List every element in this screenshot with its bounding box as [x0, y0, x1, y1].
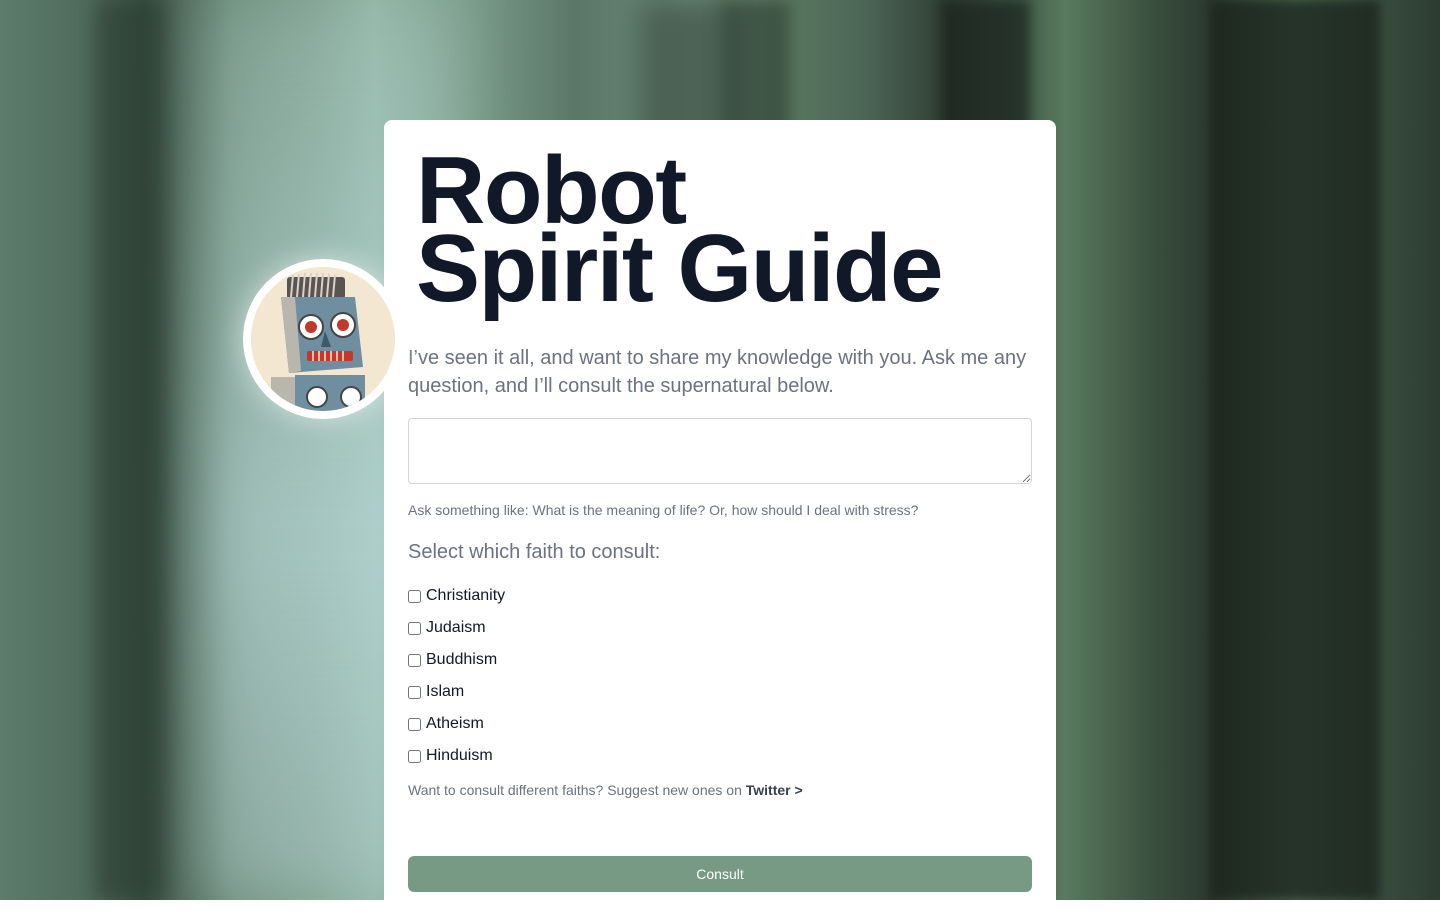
main-card: Robot Spirit Guide I’ve seen it all, and…: [384, 120, 1056, 920]
faith-checkbox-atheism[interactable]: [408, 717, 421, 731]
faith-option-islam[interactable]: Islam: [408, 676, 505, 708]
faith-list: Christianity Judaism Buddhism Islam Athe…: [408, 580, 505, 772]
faith-option-christianity[interactable]: Christianity: [408, 580, 505, 612]
faith-option-atheism[interactable]: Atheism: [408, 708, 505, 740]
faith-label: Islam: [426, 683, 465, 700]
faith-option-judaism[interactable]: Judaism: [408, 612, 505, 644]
faith-label: Christianity: [426, 587, 506, 604]
title-line-2: Spirit Guide: [416, 215, 944, 322]
faith-checkbox-hinduism[interactable]: [408, 749, 421, 763]
faith-label: Buddhism: [426, 651, 498, 668]
faith-label: Atheism: [426, 715, 484, 732]
faith-option-hinduism[interactable]: Hinduism: [408, 740, 505, 772]
faith-label: Hinduism: [426, 747, 493, 764]
robot-avatar: [243, 259, 403, 419]
page-title: Robot Spirit Guide: [416, 143, 944, 322]
question-input[interactable]: [408, 418, 1032, 484]
suggest-prefix: Want to consult different faiths? Sugges…: [408, 782, 746, 798]
intro-text: I’ve seen it all, and want to share my k…: [408, 347, 1027, 397]
suggest-text: Want to consult different faiths? Sugges…: [408, 780, 803, 800]
faith-checkbox-buddhism[interactable]: [408, 653, 421, 667]
faith-checkbox-christianity[interactable]: [408, 589, 421, 603]
faith-select-label: Select which faith to consult:: [408, 541, 661, 563]
twitter-link[interactable]: Twitter >: [746, 782, 803, 798]
faith-option-buddhism[interactable]: Buddhism: [408, 644, 505, 676]
robot-avatar-icon: [251, 267, 395, 411]
faith-checkbox-islam[interactable]: [408, 685, 421, 699]
question-hint: Ask something like: What is the meaning …: [408, 502, 919, 518]
faith-checkbox-judaism[interactable]: [408, 621, 421, 635]
tree-trunk: [96, 0, 166, 900]
tree-trunk: [1210, 0, 1380, 900]
consult-button[interactable]: Consult: [408, 856, 1032, 892]
faith-label: Judaism: [426, 619, 486, 636]
